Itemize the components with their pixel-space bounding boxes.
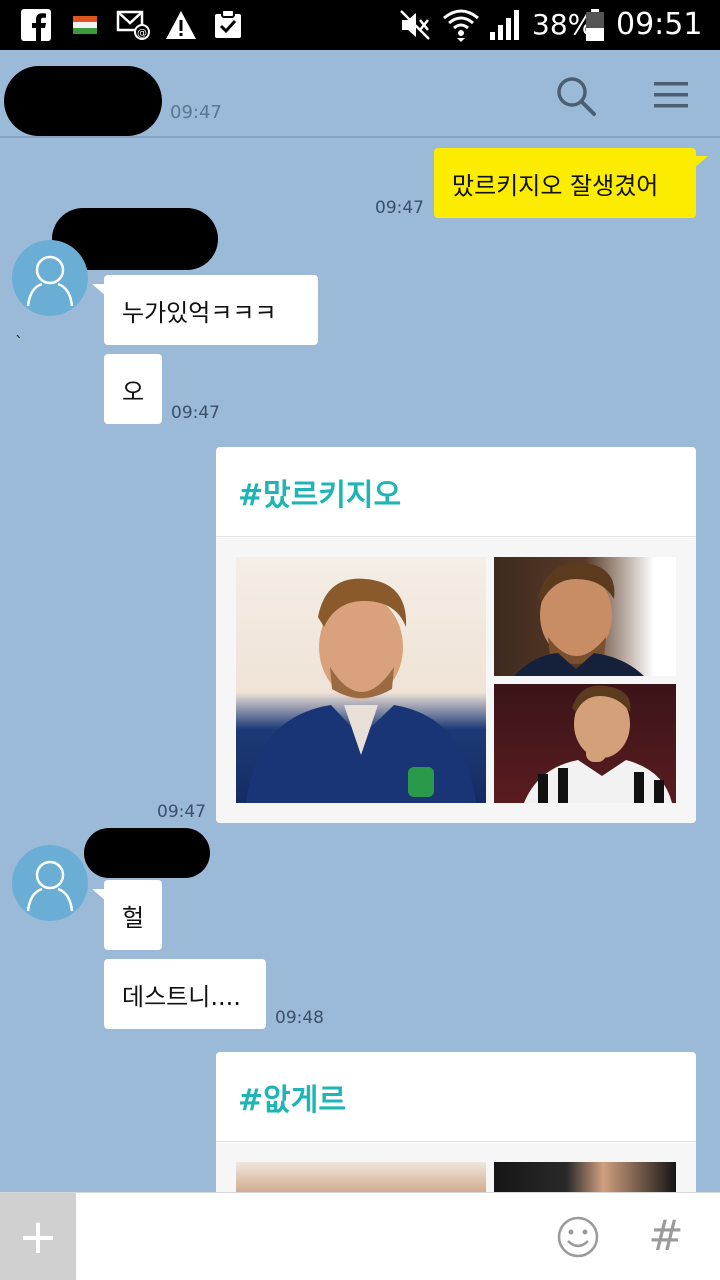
other-message-bubble[interactable]: 오 — [104, 354, 162, 424]
avatar[interactable] — [12, 240, 88, 316]
default-profile-icon — [26, 860, 74, 912]
card-image-grid[interactable] — [216, 1143, 696, 1192]
my-message-bubble[interactable]: 맜르키지오 잘생겼어 — [434, 148, 696, 218]
message-time: 09:48 — [275, 1008, 324, 1028]
battery-icon — [586, 9, 604, 41]
flag-icon — [73, 16, 97, 34]
facebook-icon — [21, 9, 51, 41]
other-message-bubble[interactable]: 데스트니.... — [104, 959, 266, 1029]
message-text: 데스트니.... — [122, 982, 241, 1011]
hashtag-search-card[interactable]: #앖게르 — [216, 1052, 696, 1192]
default-profile-icon — [26, 255, 74, 307]
person-photo — [246, 578, 476, 803]
other-message-bubble[interactable]: 헐 — [104, 880, 162, 950]
status-clock: 09:51 — [616, 7, 703, 42]
clipboard-check-icon — [215, 9, 241, 38]
hashtag-icon: # — [648, 1211, 684, 1260]
hashtag-search-card[interactable]: #맜르키지오 — [216, 447, 696, 823]
message-input-bar: + # — [0, 1192, 720, 1280]
image-thumbnail[interactable] — [236, 557, 486, 803]
plus-button[interactable]: + — [0, 1193, 76, 1280]
warning-icon — [166, 11, 196, 39]
email-icon: @ — [116, 10, 150, 40]
chat-header: 09:47 — [0, 50, 720, 138]
status-bar: @ 38% 09:51 — [0, 0, 720, 50]
plus-icon: + — [17, 1209, 59, 1265]
search-icon[interactable] — [554, 74, 598, 118]
signal-icon — [490, 10, 519, 40]
wifi-icon — [443, 9, 479, 42]
image-thumbnail[interactable] — [494, 557, 676, 676]
image-thumbnail[interactable] — [236, 1162, 486, 1192]
message-time: 09:47 — [375, 198, 424, 218]
person-photo — [524, 685, 672, 803]
card-image-grid[interactable] — [216, 538, 696, 823]
mute-icon — [400, 10, 430, 40]
message-time: 09:47 — [171, 403, 220, 423]
stray-mark: ` — [15, 333, 23, 352]
other-message-bubble[interactable]: 누가있억ㅋㅋㅋ — [104, 275, 318, 345]
sender-name-redacted — [84, 828, 210, 878]
contact-name-redacted — [4, 66, 162, 136]
message-text: 맜르키지오 잘생겼어 — [452, 171, 659, 200]
menu-icon[interactable] — [652, 78, 690, 112]
svg-text:@: @ — [137, 28, 147, 39]
message-time: 09:47 — [157, 802, 206, 822]
message-text: 헐 — [121, 903, 145, 932]
image-thumbnail[interactable] — [494, 1162, 676, 1192]
person-photo — [514, 562, 644, 676]
emoji-icon[interactable] — [556, 1215, 600, 1259]
message-text: 누가있억ㅋㅋㅋ — [122, 298, 277, 327]
message-text: 오 — [121, 377, 145, 406]
message-input[interactable] — [90, 1207, 530, 1267]
avatar[interactable] — [12, 845, 88, 921]
header-time: 09:47 — [170, 102, 222, 123]
image-thumbnail[interactable] — [494, 684, 676, 803]
card-title: #맜르키지오 — [216, 447, 696, 537]
card-title: #앖게르 — [216, 1052, 696, 1142]
bubble-tail — [694, 156, 708, 168]
hashtag-button[interactable]: # — [644, 1211, 688, 1261]
